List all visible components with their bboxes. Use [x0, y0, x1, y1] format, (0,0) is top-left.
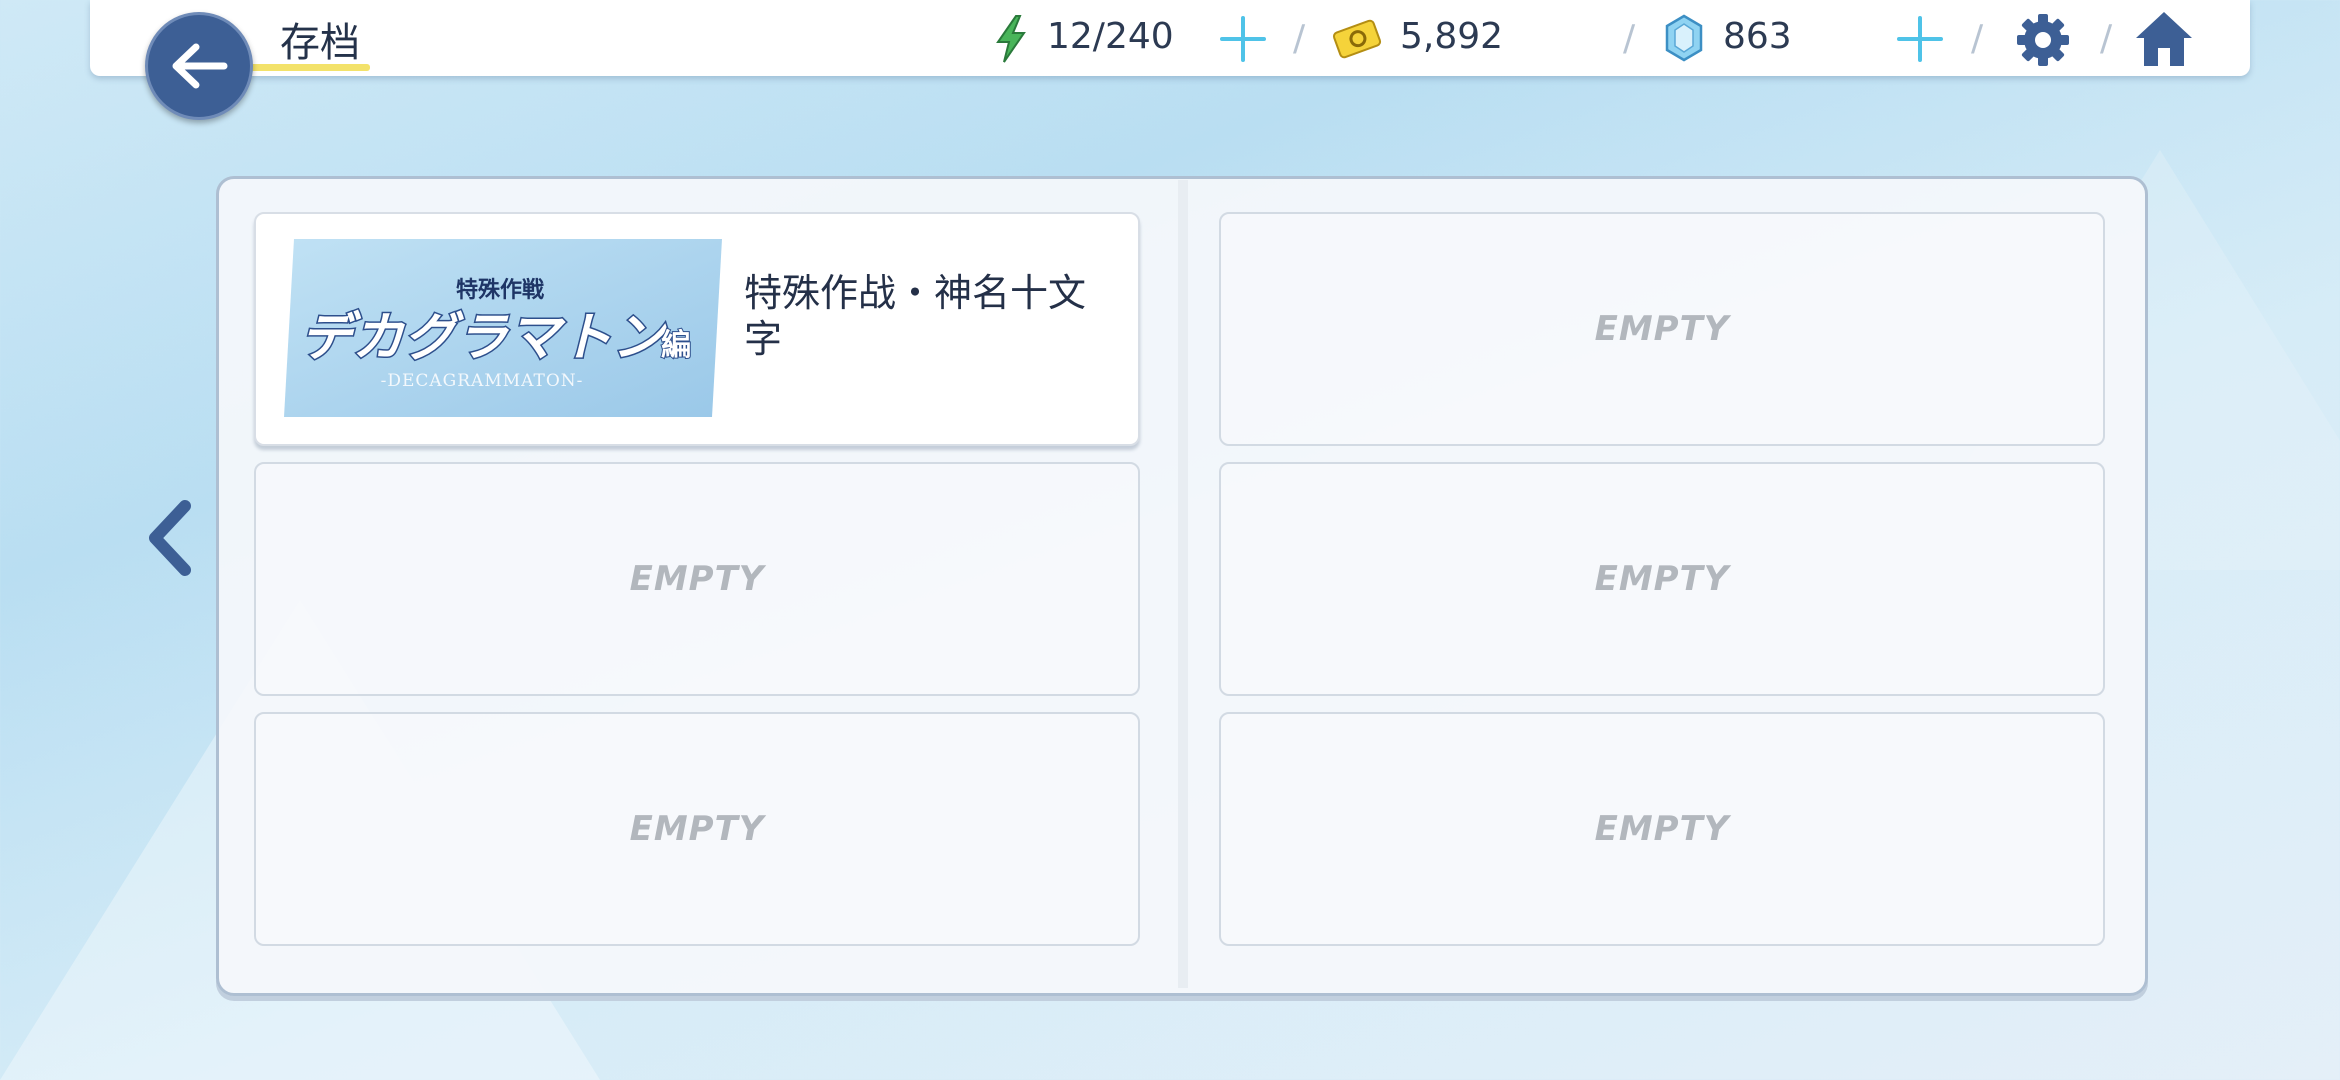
- stamina-value: 12/240: [1047, 16, 1174, 57]
- lightning-icon: [996, 15, 1026, 63]
- back-button[interactable]: [145, 12, 253, 120]
- title-underline: [246, 64, 370, 71]
- save-slot-6[interactable]: EMPTY: [1219, 712, 2105, 946]
- empty-label: EMPTY: [629, 559, 765, 599]
- back-arrow-icon: [172, 43, 228, 89]
- banner-top-text: 特殊作戦: [456, 277, 545, 303]
- save-slot-3[interactable]: EMPTY: [254, 462, 1140, 696]
- save-slot-4[interactable]: EMPTY: [1219, 462, 2105, 696]
- save-slot-title: 特殊作战・神名十文字: [744, 271, 1087, 361]
- separator: /: [1623, 18, 1636, 59]
- credits-value: 5,892: [1400, 16, 1504, 57]
- banner-main-text: デカグラマトン: [300, 308, 668, 368]
- save-slot-2[interactable]: EMPTY: [1219, 212, 2105, 446]
- gear-icon[interactable]: [2012, 10, 2074, 70]
- home-icon[interactable]: [2132, 8, 2196, 70]
- banner-tag: 編: [661, 328, 691, 363]
- crystal-gem-icon: [1665, 14, 1703, 62]
- empty-label: EMPTY: [1594, 809, 1730, 849]
- credit-card-icon: [1332, 19, 1382, 59]
- empty-label: EMPTY: [1594, 559, 1730, 599]
- empty-label: EMPTY: [1594, 309, 1730, 349]
- banner-sub-text: -DECAGRAMMATON-: [381, 371, 584, 391]
- empty-label: EMPTY: [629, 809, 765, 849]
- gems-value: 863: [1723, 16, 1792, 57]
- separator: /: [2100, 18, 2113, 59]
- page-title: 存档: [280, 20, 360, 66]
- add-gems-button[interactable]: [1895, 12, 1945, 66]
- chevron-left-icon[interactable]: [145, 500, 199, 576]
- save-slot-5[interactable]: EMPTY: [254, 712, 1140, 946]
- separator: /: [1293, 18, 1306, 59]
- separator: /: [1971, 18, 1984, 59]
- panel-divider: [1178, 180, 1188, 988]
- add-stamina-button[interactable]: [1218, 12, 1268, 66]
- operation-banner: 特殊作戦 デカグラマトン 編 -DECAGRAMMATON-: [284, 239, 722, 417]
